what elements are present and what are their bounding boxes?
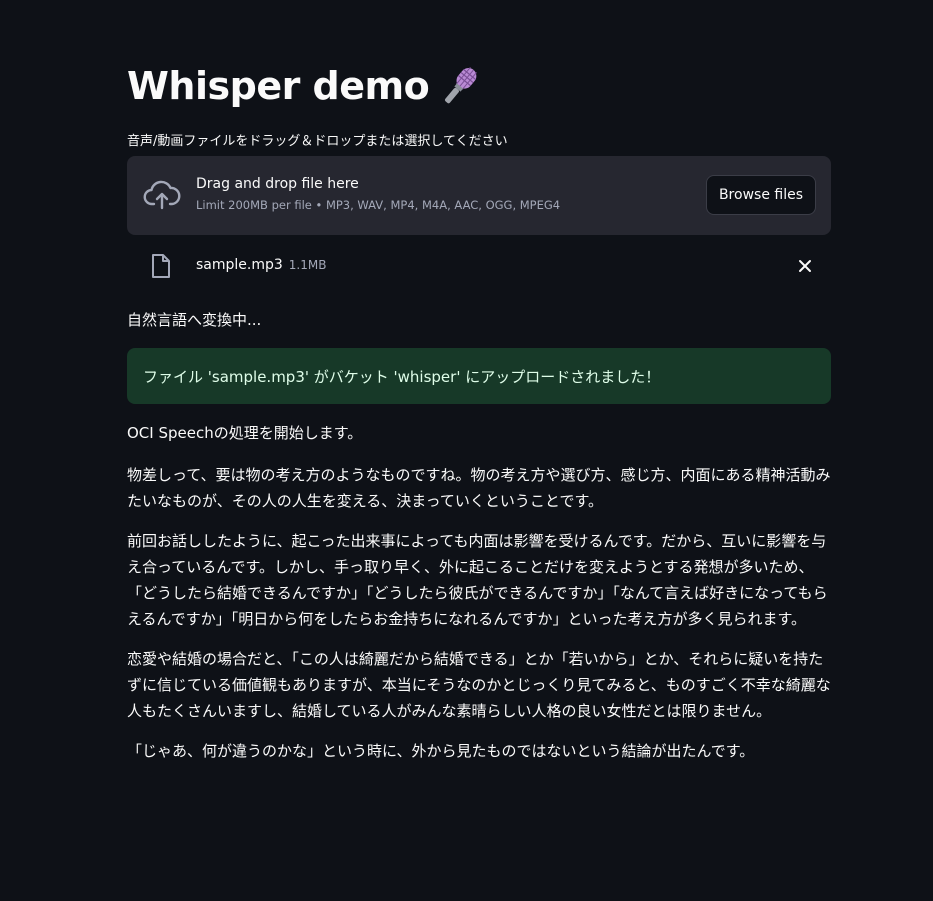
dropzone-instructions: Drag and drop file here Limit 200MB per …	[196, 176, 560, 212]
transcript-paragraph: 前回お話ししたように、起こった出来事によっても内面は影響を受けるんです。だから、…	[127, 532, 828, 628]
success-message: ファイル 'sample.mp3' がバケット 'whisper' にアップロー…	[143, 367, 661, 386]
uploaded-file-row: sample.mp3 1.1MB	[127, 248, 831, 284]
conversion-status: 自然言語へ変換中...	[127, 311, 262, 329]
uploader-label: 音声/動画ファイルをドラッグ＆ドロップまたは選択してください	[127, 134, 508, 149]
microphone-icon	[445, 67, 478, 104]
close-icon[interactable]	[797, 258, 813, 274]
page-title-row: Whisper demo	[127, 60, 483, 112]
success-alert: ファイル 'sample.mp3' がバケット 'whisper' にアップロー…	[127, 348, 831, 404]
uploaded-file-name: sample.mp3	[196, 257, 283, 273]
cloud-upload-icon	[143, 180, 181, 210]
browse-files-button[interactable]: Browse files	[705, 175, 816, 215]
uploaded-file-info: sample.mp3 1.1MB	[196, 257, 326, 273]
page-title: Whisper demo	[127, 64, 430, 108]
transcript-paragraph: 恋愛や結婚の場合だと、「この人は綺麗だから結婚できる」とか「若いから」とか、それ…	[127, 650, 831, 720]
dropzone-title: Drag and drop file here	[196, 176, 359, 192]
transcript: 物差しって、要は物の考え方のようなものですね。物の考え方や選び方、感じ方、内面に…	[127, 462, 831, 778]
file-icon	[152, 254, 170, 278]
transcript-paragraph: 「じゃあ、何が違うのかな」という時に、外から見たものではないという結論が出たんで…	[127, 742, 755, 760]
file-dropzone[interactable]: Drag and drop file here Limit 200MB per …	[127, 156, 831, 235]
dropzone-limit: Limit 200MB per file • MP3, WAV, MP4, M4…	[196, 198, 561, 212]
uploaded-file-size: 1.1MB	[288, 258, 327, 272]
transcript-paragraph: 物差しって、要は物の考え方のようなものですね。物の考え方や選び方、感じ方、内面に…	[127, 466, 831, 510]
oci-status: OCI Speechの処理を開始します。	[127, 424, 363, 442]
